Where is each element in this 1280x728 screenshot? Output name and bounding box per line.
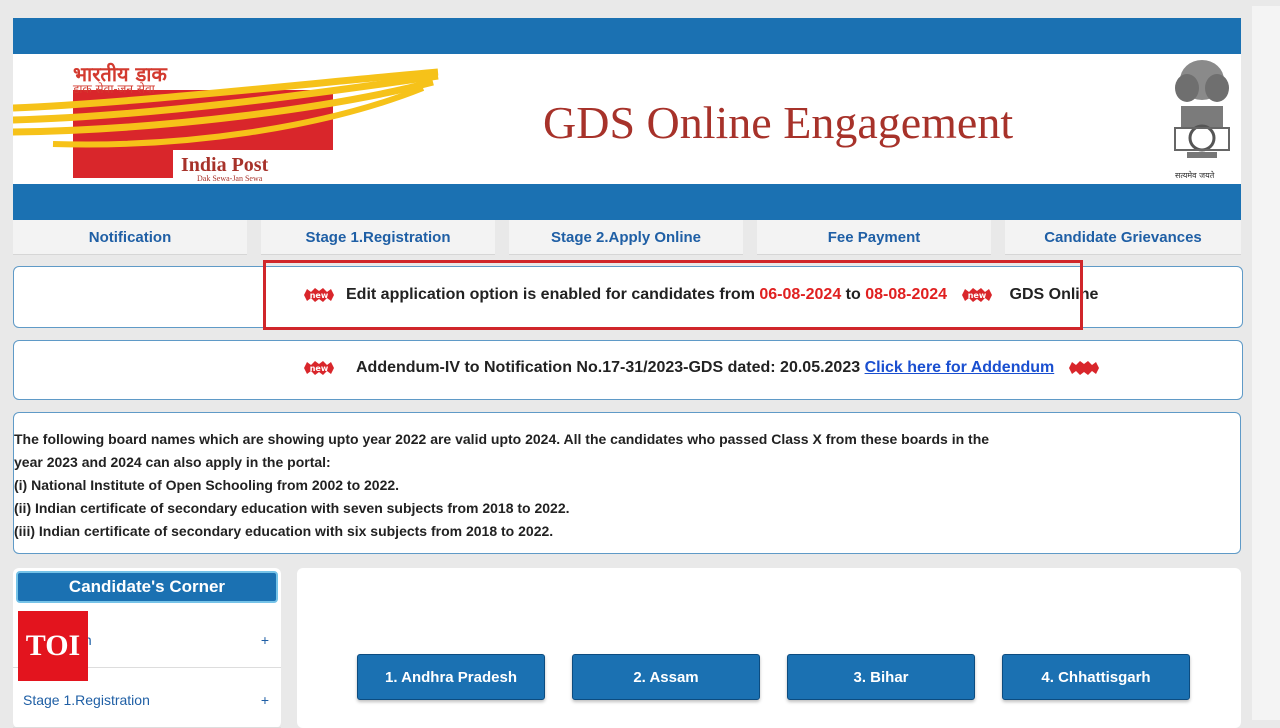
nav-candidate-grievances[interactable]: Candidate Grievances [1005, 220, 1241, 255]
national-emblem-icon [1167, 54, 1237, 180]
top-blue-bar [13, 18, 1241, 54]
india-post-logo[interactable]: भारतीय डाक डाक सेवा-जन सेवा India Post D… [12, 58, 453, 184]
announcement-addendum: new Addendum-IV to Notification No.17-31… [302, 359, 1111, 377]
logo-tagline: Dak Sewa-Jan Sewa [197, 174, 263, 183]
page: भारतीय डाक डाक सेवा-जन सेवा India Post D… [12, 6, 1243, 728]
info-line: The following board names which are show… [14, 431, 990, 447]
info-line: (iii) Indian certificate of secondary ed… [14, 523, 554, 539]
announcement-marquee-2: new Addendum-IV to Notification No.17-31… [13, 340, 1243, 400]
expand-icon: + [260, 632, 269, 648]
nav-stage1-registration[interactable]: Stage 1.Registration [261, 220, 495, 255]
info-line: (i) National Institute of Open Schooling… [14, 477, 400, 493]
info-line: year 2023 and 2024 can also apply in the… [14, 454, 331, 470]
state-button-bihar[interactable]: 3. Bihar [787, 654, 975, 700]
header-blue-bar [13, 184, 1241, 220]
highlight-box [263, 260, 1083, 330]
state-button-assam[interactable]: 2. Assam [572, 654, 760, 700]
svg-text:new: new [310, 364, 329, 373]
main-nav: Notification Stage 1.Registration Stage … [13, 220, 1241, 255]
addendum-link[interactable]: Click here for Addendum [865, 359, 1055, 376]
logo-hindi-tagline: डाक सेवा-जन सेवा [73, 82, 155, 96]
nav-fee-payment[interactable]: Fee Payment [757, 220, 991, 255]
candidates-corner-heading: Candidate's Corner [16, 571, 278, 603]
toi-watermark-logo: TOI [18, 611, 88, 681]
expand-icon: + [260, 692, 269, 708]
state-button-andhra-pradesh[interactable]: 1. Andhra Pradesh [357, 654, 545, 700]
sidebar-item-label: Stage 1.Registration [23, 692, 150, 708]
new-badge-icon: new [302, 360, 336, 376]
info-line: (ii) Indian certificate of secondary edu… [14, 500, 570, 516]
emblem-motto: सत्यमेव जयते [1175, 171, 1215, 180]
page-title: GDS Online Engagement [543, 97, 1014, 148]
nav-stage2-apply-online[interactable]: Stage 2.Apply Online [509, 220, 743, 255]
state-button-chhattisgarh[interactable]: 4. Chhattisgarh [1002, 654, 1190, 700]
new-badge-icon [1067, 360, 1101, 376]
state-selection-panel: 1. Andhra Pradesh 2. Assam 3. Bihar 4. C… [297, 568, 1241, 728]
site-header: भारतीय डाक डाक सेवा-जन सेवा India Post D… [12, 54, 1241, 184]
nav-notification[interactable]: Notification [13, 220, 247, 255]
addendum-text: Addendum-IV to Notification No.17-31/202… [356, 359, 865, 376]
board-info-box: The following board names which are show… [13, 412, 1241, 554]
right-gutter [1252, 6, 1280, 720]
